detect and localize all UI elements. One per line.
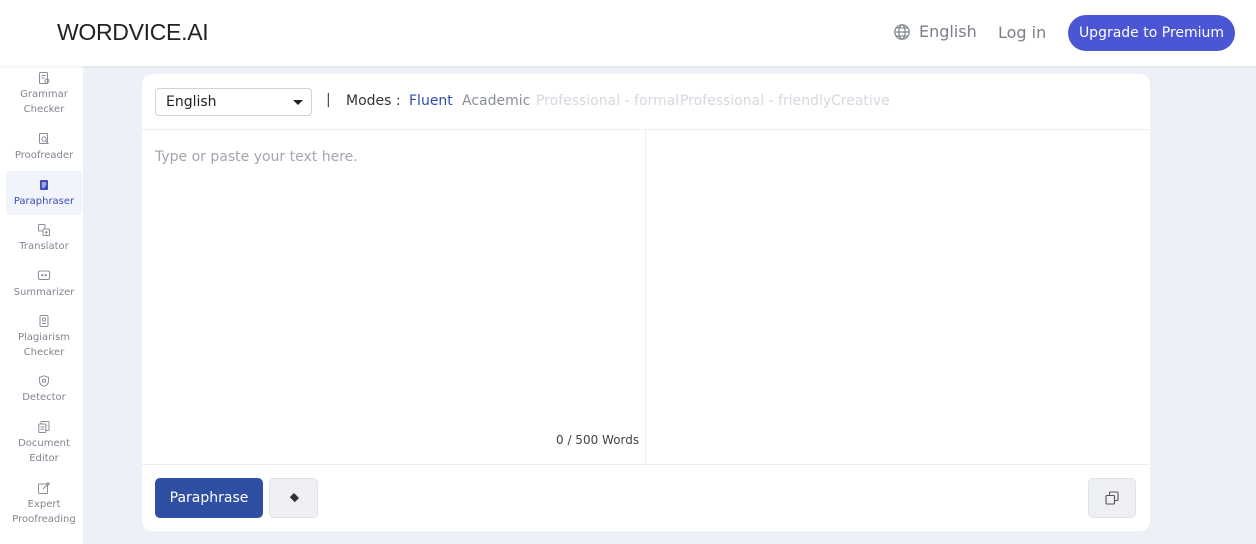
sidebar-item-label: Document Editor — [18, 438, 70, 464]
globe-icon — [894, 23, 910, 40]
sidebar-item-label: Proofreader — [14, 150, 74, 161]
sidebar: Grammar Checker Proofreader Paraphraser … — [0, 66, 83, 544]
mode-toolbar: English | Modes : Fluent Academic Profes… — [142, 74, 1150, 130]
paraphraser-icon — [40, 180, 48, 190]
sidebar-item-expert-proofreading[interactable]: Expert Proofreading — [6, 482, 82, 527]
editor-footer: Paraphrase — [142, 464, 1150, 531]
upgrade-button[interactable]: Upgrade to Premium — [1068, 15, 1235, 51]
mode-academic[interactable]: Academic — [462, 93, 530, 109]
sidebar-item-document-editor[interactable]: Document Editor — [6, 421, 82, 466]
language-link[interactable]: English — [893, 22, 977, 41]
paraphrase-button[interactable]: Paraphrase — [155, 478, 263, 518]
sidebar-item-label: Translator — [19, 241, 69, 252]
word-count: 0 / 500 Words — [556, 433, 640, 447]
proofreader-icon — [39, 133, 49, 145]
mode-professional-formal[interactable]: Professional - formal — [536, 93, 679, 109]
eraser-icon — [288, 493, 299, 503]
sidebar-item-label: Plagiarism Checker — [17, 332, 71, 358]
document-editor-icon — [38, 421, 50, 433]
sidebar-item-grammar-checker[interactable]: Grammar Checker — [6, 72, 82, 117]
caret-down-icon — [293, 100, 303, 105]
summarizer-icon — [38, 270, 50, 280]
sidebar-item-translator[interactable]: Translator — [6, 224, 82, 254]
top-header: WORDVICE.AI English Log in Upgrade to Pr… — [0, 0, 1256, 66]
mode-creative[interactable]: Creative — [831, 93, 890, 109]
copy-icon — [1105, 491, 1119, 505]
sidebar-item-label: Paraphraser — [13, 196, 75, 207]
language-select[interactable]: English — [155, 88, 312, 116]
paraphraser-card: English | Modes : Fluent Academic Profes… — [142, 74, 1150, 531]
sidebar-item-paraphraser[interactable]: Paraphraser — [6, 171, 82, 215]
copy-button[interactable] — [1088, 478, 1136, 518]
language-link-label: English — [919, 22, 977, 41]
sidebar-item-label: Summarizer — [13, 287, 75, 298]
grammar-icon — [39, 72, 50, 84]
sidebar-item-plagiarism-checker[interactable]: Plagiarism Checker — [6, 315, 82, 360]
sidebar-item-summarizer[interactable]: Summarizer — [6, 270, 82, 300]
language-select-value: English — [166, 94, 217, 110]
toolbar-separator: | — [326, 92, 331, 108]
login-link[interactable]: Log in — [998, 23, 1046, 42]
sidebar-item-detector[interactable]: Detector — [6, 375, 82, 405]
modes-label: Modes : — [346, 93, 401, 109]
sidebar-item-proofreader[interactable]: Proofreader — [6, 133, 82, 163]
mode-fluent[interactable]: Fluent — [409, 93, 453, 109]
detector-icon — [39, 375, 49, 387]
input-pane[interactable]: Type or paste your text here. 0 / 500 Wo… — [142, 130, 646, 464]
logo[interactable]: WORDVICE.AI — [57, 19, 209, 46]
sidebar-item-label: Expert Proofreading — [12, 499, 76, 525]
clear-button[interactable] — [269, 478, 318, 518]
sidebar-item-label: Detector — [22, 392, 66, 403]
mode-professional-friendly[interactable]: Professional - friendly — [680, 93, 831, 109]
plagiarism-icon — [39, 315, 49, 327]
expert-proofreading-icon — [38, 482, 50, 494]
input-placeholder: Type or paste your text here. — [155, 149, 358, 165]
translator-icon — [38, 224, 50, 236]
sidebar-item-label: Grammar Checker — [20, 89, 68, 115]
